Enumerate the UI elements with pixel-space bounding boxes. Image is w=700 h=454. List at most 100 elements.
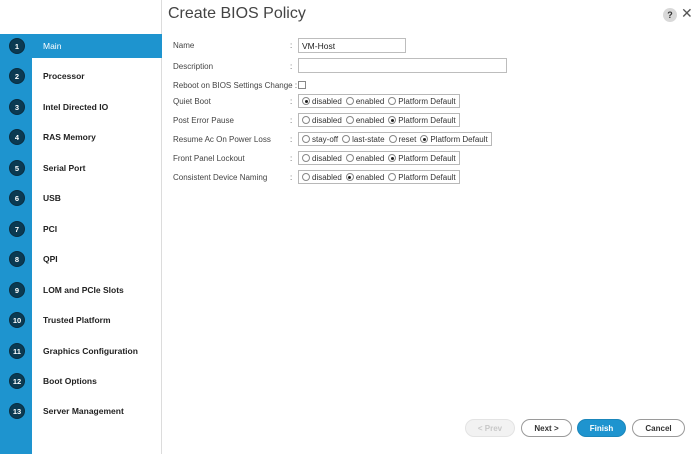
name-label: Name xyxy=(173,41,195,50)
description-label: Description xyxy=(173,62,214,71)
step-label: PCI xyxy=(43,224,58,234)
step-boot-options[interactable]: 12 Boot Options xyxy=(0,369,162,393)
step-label: Trusted Platform xyxy=(43,315,111,325)
radio-option[interactable]: enabled xyxy=(345,97,384,106)
radio-selected-icon xyxy=(302,97,310,105)
front-panel-colon: : xyxy=(290,154,293,163)
radio-option[interactable]: last-state xyxy=(342,135,385,144)
step-label: RAS Memory xyxy=(43,132,96,142)
step-usb[interactable]: 6 USB xyxy=(0,186,162,210)
name-input[interactable]: VM-Host xyxy=(298,38,406,53)
radio-option[interactable]: Platform Default xyxy=(388,173,456,182)
radio-option[interactable]: Platform Default xyxy=(388,97,456,106)
post-error-pause-label: Post Error Pause xyxy=(173,116,234,125)
reboot-checkbox[interactable] xyxy=(298,81,306,89)
device-naming-radio-group: disabled enabled Platform Default xyxy=(298,170,460,184)
step-qpi[interactable]: 8 QPI xyxy=(0,247,162,271)
sidebar-header xyxy=(0,0,162,34)
post-error-pause-radio-group: disabled enabled Platform Default xyxy=(298,113,460,127)
radio-selected-icon xyxy=(388,116,397,124)
step-pci[interactable]: 7 PCI xyxy=(0,217,162,241)
dialog-title: Create BIOS Policy xyxy=(168,5,306,22)
prev-button[interactable]: < Prev xyxy=(465,419,515,437)
radio-option[interactable]: disabled xyxy=(302,116,342,125)
step-label: Boot Options xyxy=(43,376,97,386)
device-naming-colon: : xyxy=(290,173,293,182)
step-server-management[interactable]: 13 Server Management xyxy=(0,399,162,423)
step-intel-directed-io[interactable]: 3 Intel Directed IO xyxy=(0,95,162,119)
step-lom-pcie-slots[interactable]: 9 LOM and PCIe Slots xyxy=(0,278,162,302)
step-label: Processor xyxy=(43,71,85,81)
radio-icon xyxy=(345,97,354,105)
next-button[interactable]: Next > xyxy=(521,419,572,437)
radio-option[interactable]: enabled xyxy=(345,173,384,182)
radio-selected-icon xyxy=(345,173,354,181)
step-number: 11 xyxy=(9,343,25,359)
radio-option[interactable]: disabled xyxy=(302,173,342,182)
radio-option[interactable]: reset xyxy=(388,135,416,144)
step-number: 7 xyxy=(9,221,25,237)
radio-option[interactable]: stay-off xyxy=(302,135,338,144)
step-label: Server Management xyxy=(43,406,124,416)
step-label: LOM and PCIe Slots xyxy=(43,285,124,295)
radio-icon xyxy=(345,116,354,124)
radio-icon xyxy=(388,135,397,143)
step-number: 1 xyxy=(9,38,25,54)
step-number: 13 xyxy=(9,403,25,419)
step-number: 5 xyxy=(9,160,25,176)
radio-icon xyxy=(388,97,397,105)
step-number: 12 xyxy=(9,373,25,389)
radio-option[interactable]: Platform Default xyxy=(388,116,456,125)
step-label: Graphics Configuration xyxy=(43,346,138,356)
step-label: Serial Port xyxy=(43,163,86,173)
step-ras-memory[interactable]: 4 RAS Memory xyxy=(0,125,162,149)
radio-option[interactable]: enabled xyxy=(345,116,384,125)
step-number: 9 xyxy=(9,282,25,298)
step-number: 4 xyxy=(9,129,25,145)
step-processor[interactable]: 2 Processor xyxy=(0,64,162,88)
step-label: USB xyxy=(43,193,61,203)
name-colon: : xyxy=(290,41,293,50)
quiet-boot-colon: : xyxy=(290,97,293,106)
finish-button[interactable]: Finish xyxy=(577,419,626,437)
description-input[interactable] xyxy=(298,58,507,73)
front-panel-label: Front Panel Lockout xyxy=(173,154,245,163)
reboot-label: Reboot on BIOS Settings Change : xyxy=(173,81,298,90)
radio-icon xyxy=(302,116,310,124)
radio-icon xyxy=(345,154,354,162)
radio-option[interactable]: Platform Default xyxy=(420,135,488,144)
step-number: 3 xyxy=(9,99,25,115)
radio-option[interactable]: enabled xyxy=(345,154,384,163)
quiet-boot-radio-group: disabled enabled Platform Default xyxy=(298,94,460,108)
resume-ac-label: Resume Ac On Power Loss xyxy=(173,135,271,144)
post-error-pause-colon: : xyxy=(290,116,293,125)
front-panel-radio-group: disabled enabled Platform Default xyxy=(298,151,460,165)
step-number: 8 xyxy=(9,251,25,267)
radio-icon xyxy=(342,135,351,143)
step-number: 6 xyxy=(9,190,25,206)
resume-ac-colon: : xyxy=(290,135,293,144)
step-label: Intel Directed IO xyxy=(43,102,109,112)
radio-icon xyxy=(302,135,310,143)
description-colon: : xyxy=(290,62,293,71)
quiet-boot-label: Quiet Boot xyxy=(173,97,211,106)
radio-option[interactable]: Platform Default xyxy=(388,154,456,163)
step-main[interactable]: 1 Main xyxy=(0,34,162,58)
device-naming-label: Consistent Device Naming xyxy=(173,173,268,182)
radio-icon xyxy=(302,173,310,181)
step-serial-port[interactable]: 5 Serial Port xyxy=(0,156,162,180)
step-graphics-configuration[interactable]: 11 Graphics Configuration xyxy=(0,339,162,363)
resume-ac-radio-group: stay-off last-state reset Platform Defau… xyxy=(298,132,492,146)
step-label: QPI xyxy=(43,254,58,264)
radio-option[interactable]: disabled xyxy=(302,154,342,163)
help-icon[interactable]: ? xyxy=(663,8,677,22)
step-number: 10 xyxy=(9,312,25,328)
step-trusted-platform[interactable]: 10 Trusted Platform xyxy=(0,308,162,332)
cancel-button[interactable]: Cancel xyxy=(632,419,685,437)
radio-selected-icon xyxy=(420,135,429,143)
radio-icon xyxy=(388,173,397,181)
radio-option[interactable]: disabled xyxy=(302,97,342,106)
radio-icon xyxy=(302,154,310,162)
close-icon[interactable]: ✕ xyxy=(681,5,693,22)
step-label: Main xyxy=(43,41,62,51)
